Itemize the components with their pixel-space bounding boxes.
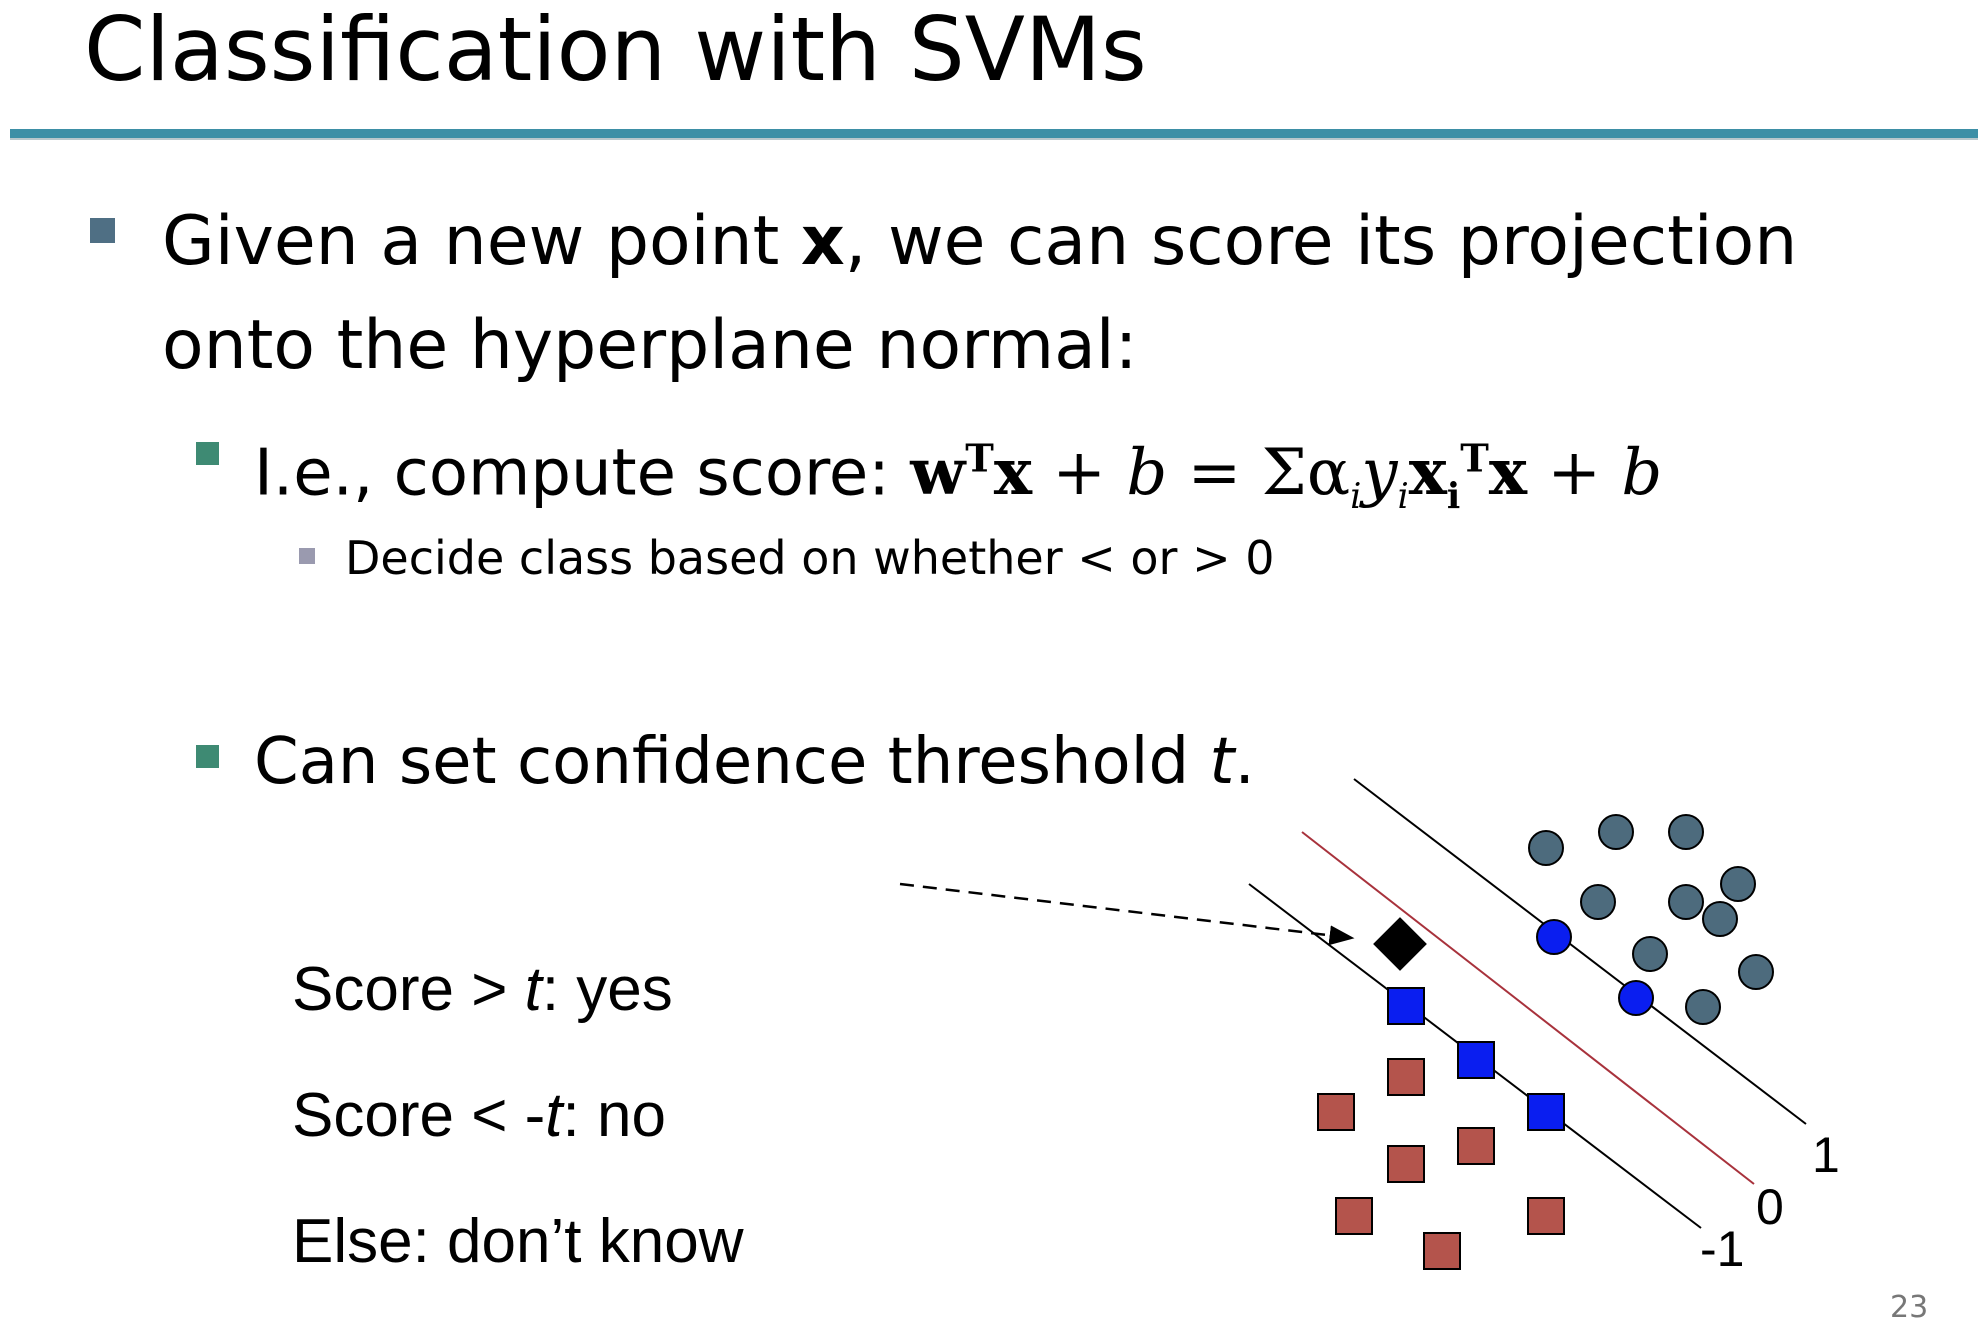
positive-point [1632, 936, 1668, 972]
positive-point [1580, 884, 1616, 920]
negative-point [1387, 1145, 1425, 1183]
negative-point [1335, 1197, 1373, 1235]
margin-label-minus: -1 [1700, 1221, 1744, 1277]
positive-point [1720, 866, 1756, 902]
positive-point [1738, 954, 1774, 990]
positive-point [1668, 884, 1704, 920]
positive-support-vectors [1536, 919, 1654, 1016]
support-vector-circle [1536, 919, 1572, 955]
page-number: 23 [1890, 1290, 1929, 1325]
margin-label-zero: 0 [1756, 1179, 1784, 1235]
negative-point [1527, 1197, 1565, 1235]
support-vector-square [1527, 1093, 1565, 1131]
margin-label-plus: 1 [1812, 1127, 1840, 1183]
negative-point [1457, 1127, 1495, 1165]
negative-point [1423, 1232, 1461, 1270]
positive-point [1668, 814, 1704, 850]
positive-point [1528, 830, 1564, 866]
negative-point [1317, 1093, 1355, 1131]
positive-point [1598, 814, 1634, 850]
svm-diagram: 1 0 -1 [899, 778, 1840, 1277]
positive-point [1702, 901, 1738, 937]
negative-point [1387, 1058, 1425, 1096]
support-vector-square [1387, 987, 1425, 1025]
positive-point [1685, 989, 1721, 1025]
support-vector-circle [1618, 980, 1654, 1016]
negative-points [1317, 1058, 1565, 1270]
support-vector-square [1457, 1041, 1495, 1079]
new-point-diamond [1373, 917, 1427, 971]
